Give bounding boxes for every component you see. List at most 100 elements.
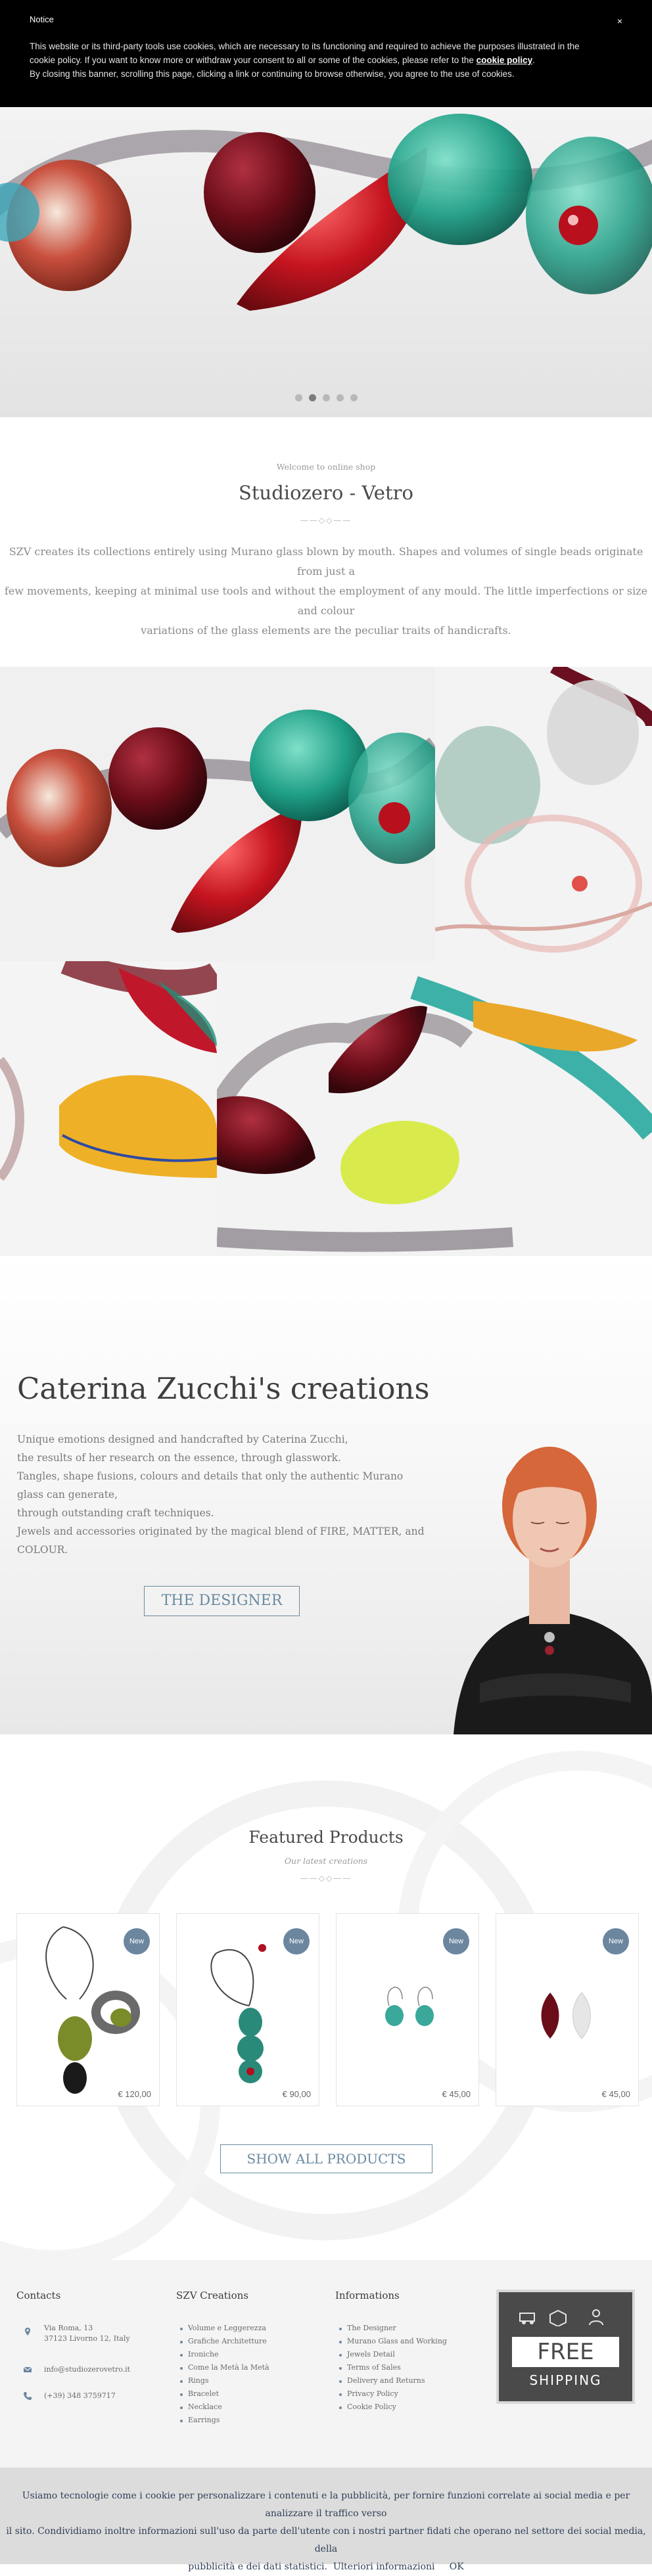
address-line-1: Via Roma, 13 bbox=[44, 2324, 93, 2332]
ok-button[interactable]: OK bbox=[450, 2562, 464, 2572]
notice-line-2-text: cookie policy. If you want to know more … bbox=[30, 55, 477, 65]
footer-informations-title: Informations bbox=[335, 2290, 400, 2301]
footer-link[interactable]: Rings bbox=[188, 2376, 209, 2385]
footer-link[interactable]: Come la Metà la Metà bbox=[188, 2363, 269, 2372]
designer-portrait bbox=[454, 1447, 652, 1734]
list-bullet bbox=[339, 2354, 342, 2357]
footer-link[interactable]: Jewels Detail bbox=[347, 2350, 395, 2359]
list-bullet bbox=[180, 2354, 183, 2357]
new-badge: New bbox=[443, 1928, 469, 1955]
email-link[interactable]: info@studiozerovetro.it bbox=[44, 2365, 130, 2374]
gallery-tile-4[interactable] bbox=[217, 961, 652, 1256]
welcome-line-3: variations of the glass elements are the… bbox=[141, 624, 511, 637]
footer-link[interactable]: Cookie Policy bbox=[347, 2403, 396, 2411]
gallery-image-2 bbox=[435, 667, 652, 961]
designer-line: the results of her research on the essen… bbox=[17, 1452, 341, 1464]
footer-link[interactable]: Grafiche Architetture bbox=[188, 2337, 267, 2345]
cookie-line-1: Usiamo tecnologie come i cookie per pers… bbox=[22, 2491, 630, 2519]
footer-link[interactable]: Ironiche bbox=[188, 2350, 219, 2359]
footer: Contacts Via Roma, 13 37123 Livorno 12, … bbox=[0, 2260, 652, 2468]
list-bullet bbox=[180, 2420, 183, 2422]
designer-line: Jewels and accessories originated by the… bbox=[17, 1525, 425, 1556]
footer-link[interactable]: Privacy Policy bbox=[347, 2389, 398, 2398]
product-price: € 90,00 bbox=[282, 2089, 311, 2099]
hero-slider[interactable] bbox=[0, 107, 652, 417]
list-bullet bbox=[339, 2393, 342, 2396]
footer-link[interactable]: Bracelet bbox=[188, 2389, 219, 2398]
new-badge: New bbox=[124, 1928, 150, 1955]
gallery-image-3 bbox=[0, 961, 217, 1256]
gallery-image-4 bbox=[217, 961, 652, 1256]
cookie-line-3-row: pubblicità e dei dati statistici. Ulteri… bbox=[4, 2558, 648, 2576]
footer-link[interactable]: Terms of Sales bbox=[347, 2363, 401, 2372]
show-all-products-button[interactable]: SHOW ALL PRODUCTS bbox=[220, 2144, 432, 2173]
cookie-notice: Notice × This website or its third-party… bbox=[0, 0, 652, 107]
footer-link[interactable]: Murano Glass and Working bbox=[347, 2337, 447, 2345]
designer-text: Unique emotions designed and handcrafted… bbox=[17, 1430, 425, 1559]
slider-dot[interactable] bbox=[336, 394, 344, 401]
product-price: € 45,00 bbox=[601, 2089, 630, 2099]
more-info-link[interactable]: Ulteriori informazioni bbox=[333, 2562, 435, 2572]
mail-icon bbox=[23, 2366, 32, 2372]
product-price: € 120,00 bbox=[118, 2089, 151, 2099]
list-bullet bbox=[180, 2393, 183, 2396]
footer-contacts-title: Contacts bbox=[16, 2290, 61, 2301]
list-bullet bbox=[180, 2328, 183, 2330]
section-divider: ——◇◇—— bbox=[300, 1874, 352, 1883]
welcome-line-2: few movements, keeping at minimal use to… bbox=[4, 585, 648, 617]
location-icon bbox=[25, 2328, 30, 2336]
phone-icon bbox=[24, 2392, 32, 2400]
footer-link[interactable]: Volume e Leggerezza bbox=[188, 2324, 266, 2332]
list-bullet bbox=[339, 2367, 342, 2370]
shipping-icons bbox=[519, 2309, 603, 2326]
featured-title: Featured Products bbox=[248, 1828, 404, 1847]
slider-dot[interactable] bbox=[350, 394, 358, 401]
address-line-2: 37123 Livorno 12, Italy bbox=[44, 2334, 130, 2343]
list-bullet bbox=[339, 2380, 342, 2383]
footer-link[interactable]: Necklace bbox=[188, 2403, 222, 2411]
cookie-line-2: il sito. Condividiamo inoltre informazio… bbox=[6, 2526, 646, 2554]
cookie-policy-link[interactable]: cookie policy bbox=[477, 55, 533, 65]
notice-line-2: cookie policy. If you want to know more … bbox=[30, 53, 621, 67]
the-designer-button[interactable]: THE DESIGNER bbox=[144, 1586, 300, 1616]
designer-line: Unique emotions designed and handcrafted… bbox=[17, 1434, 348, 1445]
slider-dot[interactable] bbox=[294, 394, 302, 401]
list-bullet bbox=[339, 2328, 342, 2330]
section-divider: ——◇◇—— bbox=[300, 516, 352, 525]
footer-link[interactable]: The Designer bbox=[347, 2324, 396, 2332]
slider-dot[interactable] bbox=[322, 394, 330, 401]
list-bullet bbox=[180, 2341, 183, 2343]
product-card[interactable]: New € 120,00 bbox=[16, 1913, 160, 2106]
product-card[interactable]: New € 45,00 bbox=[336, 1913, 479, 2106]
footer-link[interactable]: Earrings bbox=[188, 2416, 220, 2424]
cookie-banner-text: Usiamo tecnologie come i cookie per pers… bbox=[4, 2487, 648, 2576]
close-icon[interactable]: × bbox=[617, 16, 622, 26]
welcome-section: Welcome to online shop Studiozero - Vetr… bbox=[0, 417, 652, 667]
gallery-image-1 bbox=[0, 667, 435, 961]
product-card[interactable]: New € 90,00 bbox=[176, 1913, 319, 2106]
new-badge: New bbox=[283, 1928, 310, 1955]
footer-link[interactable]: Delivery and Returns bbox=[347, 2376, 425, 2385]
welcome-text: SZV creates its collections entirely usi… bbox=[4, 542, 648, 641]
slider-dot[interactable] bbox=[308, 394, 316, 401]
shipping-label: SHIPPING bbox=[529, 2372, 602, 2388]
designer-title: Caterina Zucchi's creations bbox=[17, 1371, 430, 1406]
product-card[interactable]: New € 45,00 bbox=[496, 1913, 639, 2106]
product-price: € 45,00 bbox=[442, 2089, 471, 2099]
free-shipping-banner[interactable]: FREE SHIPPING bbox=[496, 2290, 635, 2404]
list-bullet bbox=[339, 2341, 342, 2343]
welcome-kicker: Welcome to online shop bbox=[276, 462, 376, 472]
gallery-tile-1[interactable] bbox=[0, 667, 435, 961]
gallery-tile-2[interactable] bbox=[435, 667, 652, 961]
notice-text: This website or its third-party tools us… bbox=[30, 39, 621, 81]
gallery-tile-3[interactable] bbox=[0, 961, 217, 1256]
cookie-banner: Usiamo tecnologie come i cookie per pers… bbox=[0, 2468, 652, 2572]
featured-products: Featured Products Our latest creations —… bbox=[0, 1734, 652, 2260]
designer-line: through outstanding craft techniques. bbox=[17, 1507, 214, 1519]
list-bullet bbox=[180, 2367, 183, 2370]
slider-dots bbox=[0, 392, 652, 404]
notice-line-2-end: . bbox=[532, 55, 535, 65]
notice-title: Notice bbox=[30, 14, 54, 24]
welcome-line-1: SZV creates its collections entirely usi… bbox=[9, 545, 643, 577]
phone-number[interactable]: (+39) 348 3759717 bbox=[44, 2391, 116, 2400]
